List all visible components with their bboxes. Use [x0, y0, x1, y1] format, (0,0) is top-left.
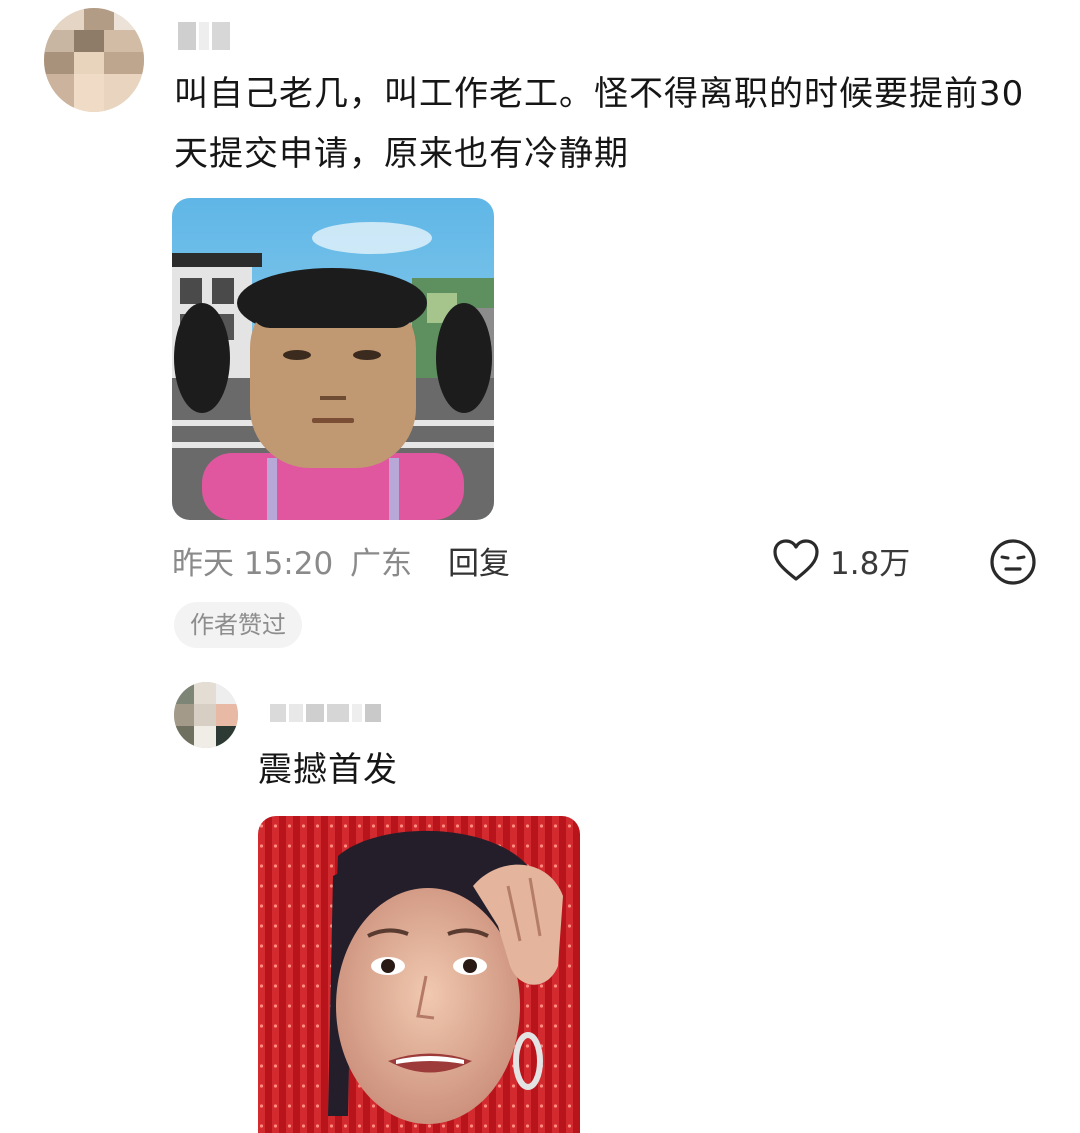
reply-sticker-image[interactable] — [258, 816, 580, 1133]
commenter-name[interactable] — [178, 22, 230, 50]
heart-outline-icon — [773, 539, 819, 581]
commenter-avatar[interactable] — [44, 8, 144, 112]
comment-time: 昨天 15:20 — [172, 546, 334, 582]
neutral-face-icon[interactable] — [988, 537, 1038, 587]
like-count: 1.8万 — [830, 546, 911, 582]
author-liked-badge: 作者赞过 — [174, 602, 302, 648]
comment-sticker-image[interactable] — [172, 198, 494, 520]
reply-text: 震撼首发 — [258, 750, 398, 790]
comment-text: 叫自己老几，叫工作老工。怪不得离职的时候要提前30天提交申请，原来也有冷静期 — [174, 74, 1025, 174]
comment-location: 广东 — [350, 546, 412, 582]
reply-button[interactable]: 回复 — [448, 538, 510, 583]
replier-name[interactable] — [270, 704, 381, 722]
replier-avatar[interactable] — [174, 682, 238, 748]
like-button[interactable]: 1.8万 — [772, 536, 922, 586]
